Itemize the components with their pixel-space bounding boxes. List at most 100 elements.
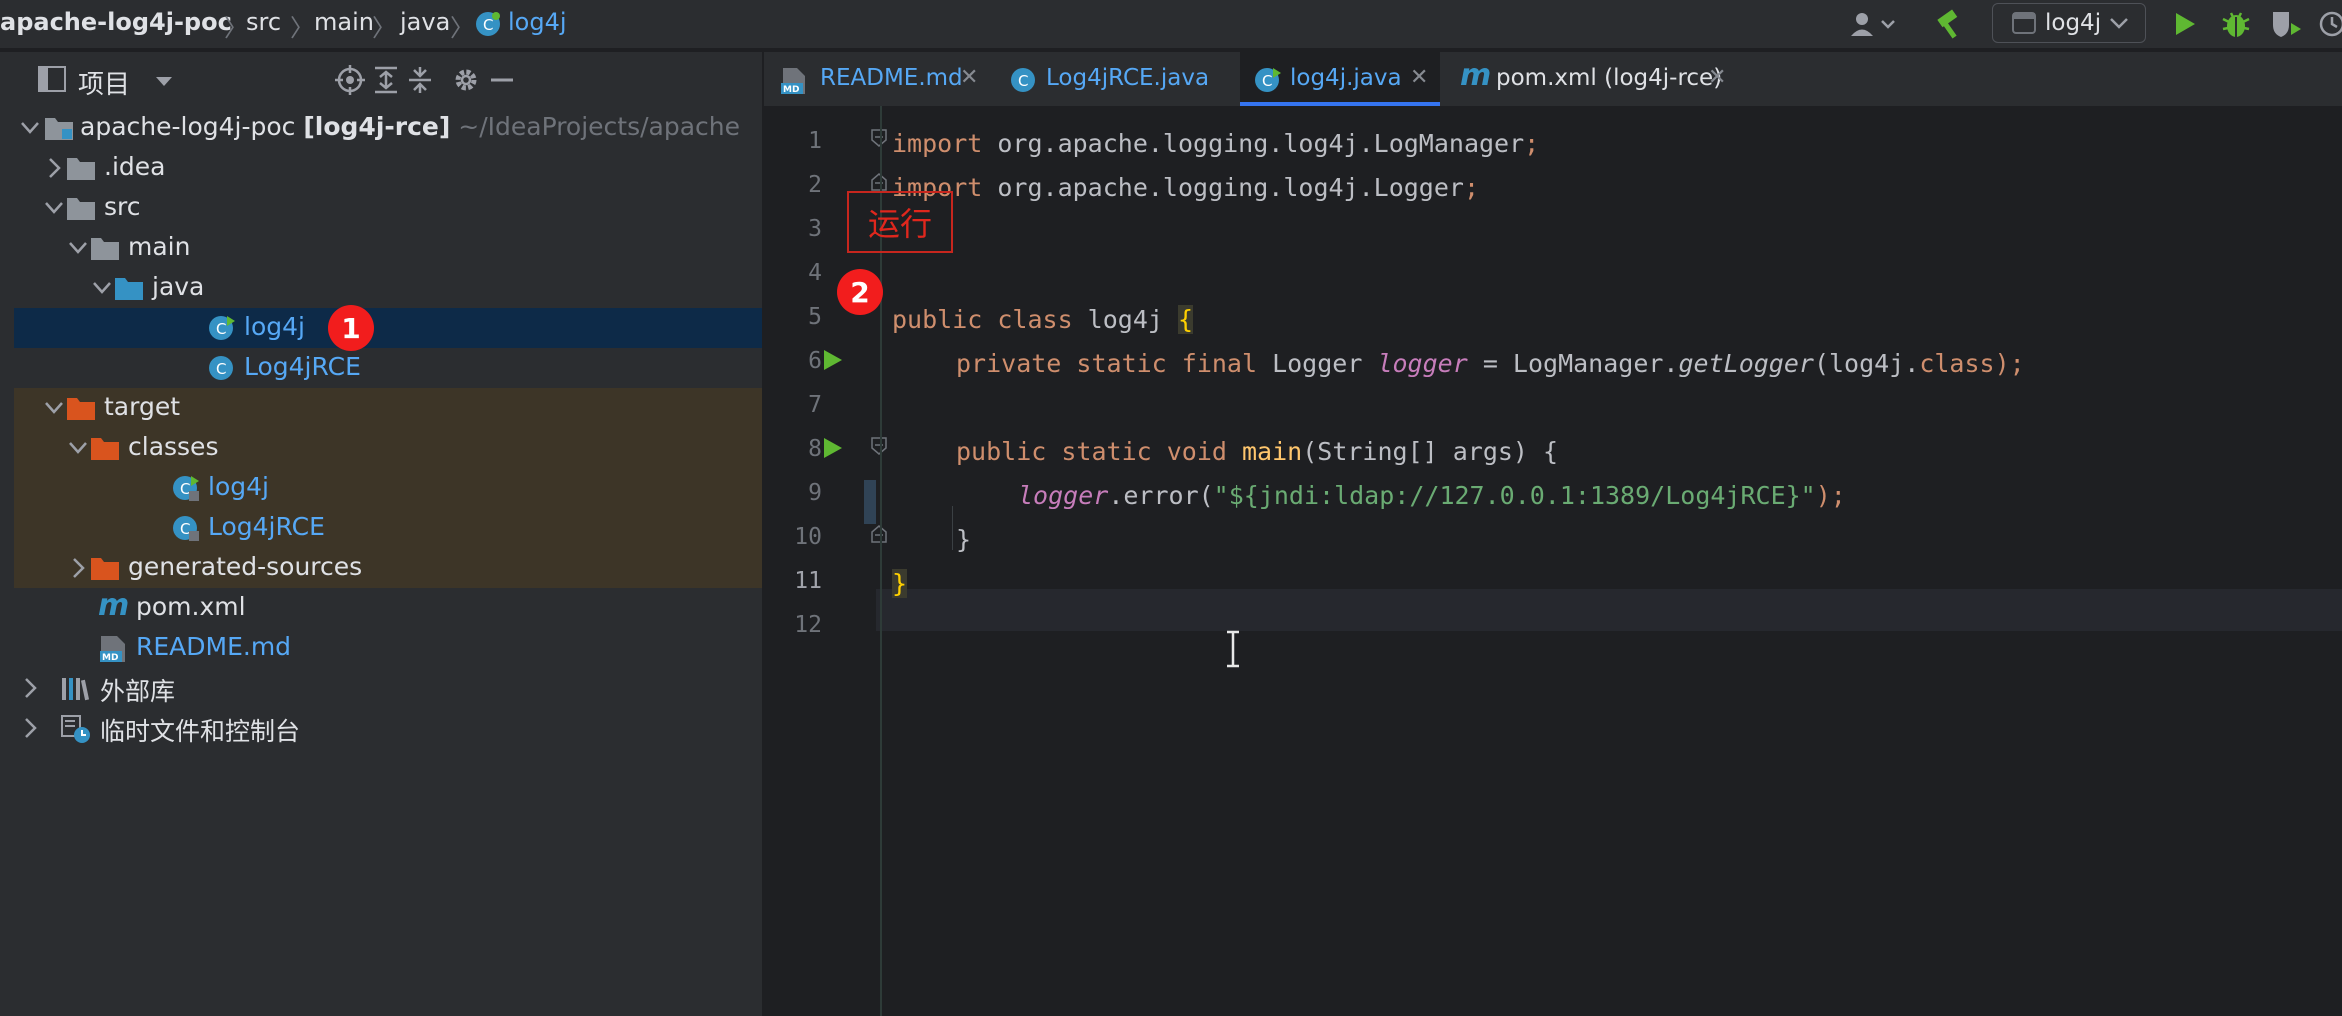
locate-icon[interactable] (334, 64, 366, 96)
tree-item-pom[interactable]: m pom.xml (14, 588, 762, 628)
code-line-1[interactable]: import org.apache.logging.log4j.LogManag… (892, 129, 1539, 158)
profiler-icon[interactable] (2318, 8, 2342, 40)
changed-line-marker[interactable] (864, 480, 876, 524)
build-hammer-icon[interactable] (1932, 8, 1968, 40)
java-class-icon: C (1255, 68, 1281, 92)
tree-item-classes[interactable]: classes (14, 428, 762, 468)
tree-item-external-libraries[interactable]: 外部库 (14, 668, 762, 708)
tab-pom[interactable]: m pom.xml (log4j-rce) ✕ (1448, 52, 1728, 106)
tool-window-strip[interactable] (0, 52, 14, 1016)
chevron-right-icon[interactable] (66, 554, 90, 582)
run-gutter-icon[interactable] (822, 436, 844, 460)
code-line-10[interactable]: } (956, 525, 971, 554)
code-line-5[interactable]: public class log4j { (892, 305, 1194, 334)
excluded-folder-icon (67, 398, 95, 420)
tree-item-log4j-source[interactable]: C log4j 1 (14, 305, 762, 351)
chevron-right-icon[interactable] (18, 674, 42, 702)
chevron-down-icon[interactable] (42, 194, 66, 222)
tree-item-generated-sources[interactable]: generated-sources (14, 548, 762, 588)
folder-icon (67, 198, 95, 220)
collapse-all-icon[interactable] (404, 64, 436, 96)
svg-text:C: C (180, 520, 190, 538)
tree-item-scratches[interactable]: 临时文件和控制台 (14, 708, 762, 748)
project-view-icon (38, 66, 66, 96)
fold-icon[interactable] (870, 524, 888, 544)
code-line-9[interactable]: logger.error("${jndi:ldap://127.0.0.1:13… (1018, 481, 1846, 510)
code-token: org.apache.logging.log4j.LogManager (982, 129, 1525, 158)
tree-item-src[interactable]: src (14, 188, 762, 228)
tab-icon-text: MD (783, 85, 799, 95)
chevron-right-icon[interactable] (42, 154, 66, 182)
breadcrumb-file[interactable]: log4j (508, 8, 567, 36)
close-icon[interactable]: ✕ (1410, 65, 1428, 90)
tree-item-log4jrce-class[interactable]: C Log4jRCE (14, 508, 762, 548)
tree-item-target[interactable]: target (14, 388, 762, 428)
coverage-icon[interactable] (2268, 8, 2304, 40)
code-token: } (892, 569, 908, 598)
user-icon[interactable] (1848, 8, 1902, 40)
tree-item-main[interactable]: main (14, 228, 762, 268)
tree-item-log4jrce-source[interactable]: C Log4jRCE (14, 348, 762, 388)
run-gutter-icon[interactable] (822, 348, 844, 372)
code-line-8[interactable]: public static void main(String[] args) { (956, 437, 1558, 466)
tab-log4j[interactable]: C log4j.java ✕ (1240, 52, 1440, 106)
chevron-down-icon[interactable] (66, 234, 90, 262)
text-cursor-icon (1227, 630, 1239, 668)
close-icon[interactable]: ✕ (960, 65, 978, 90)
tab-label: README.md (820, 65, 963, 91)
minimize-icon[interactable] (486, 64, 518, 96)
chevron-down-icon[interactable] (18, 114, 42, 142)
breadcrumb-main[interactable]: main (314, 8, 374, 36)
breadcrumb-separator: 〉 (224, 14, 248, 42)
fold-icon[interactable] (870, 128, 888, 148)
module-name: [log4j-rce] (303, 112, 451, 141)
folder-icon (91, 238, 119, 260)
gear-icon[interactable] (450, 64, 482, 96)
chevron-down-icon[interactable] (154, 74, 174, 93)
project-path: ~/IdeaProjects/apache (458, 112, 741, 141)
java-class-icon: C (209, 316, 235, 340)
scratch-icon (61, 715, 90, 743)
tree-item-log4j-class[interactable]: C log4j (14, 468, 762, 508)
chevron-down-icon[interactable] (66, 434, 90, 462)
maven-icon: m (98, 588, 130, 623)
run-icon[interactable] (2170, 8, 2200, 40)
markdown-icon: MD (781, 68, 805, 95)
run-configuration-select[interactable]: log4j (1992, 3, 2146, 43)
tree-label: classes (128, 432, 219, 461)
breadcrumb-java[interactable]: java (400, 8, 450, 36)
tree-label: 外部库 (100, 677, 176, 706)
code-line-6[interactable]: private static final Logger logger = Log… (956, 349, 2025, 378)
close-icon[interactable]: ✕ (1708, 65, 1726, 90)
tree-label: .idea (104, 152, 166, 181)
navigation-bar: apache-log4j-poc 〉 src 〉 main 〉 java 〉 C… (0, 0, 2342, 48)
line-number: 10 (794, 524, 822, 550)
java-class-icon: C (474, 10, 502, 38)
breadcrumb-project[interactable]: apache-log4j-poc (0, 8, 232, 36)
folder-icon (67, 158, 95, 180)
code-line-2[interactable]: import org.apache.logging.log4j.Logger; (892, 173, 1479, 202)
tree-item-root[interactable]: apache-log4j-poc [log4j-rce] ~/IdeaProje… (14, 108, 762, 148)
tree-label: generated-sources (128, 552, 363, 581)
code-token: = LogManager. (1467, 349, 1679, 378)
fold-icon[interactable] (870, 172, 888, 192)
code-token: ; (1463, 173, 1480, 202)
run-annotation-label: 运行 (847, 191, 953, 253)
project-panel-title[interactable]: 项目 (78, 64, 130, 101)
code-line-11[interactable]: } (892, 569, 908, 598)
tree-item-idea[interactable]: .idea (14, 148, 762, 188)
breadcrumb-src[interactable]: src (246, 8, 281, 36)
chevron-down-icon[interactable] (90, 274, 114, 302)
code-token: logger (1377, 349, 1468, 378)
chevron-down-icon[interactable] (42, 394, 66, 422)
fold-icon[interactable] (870, 436, 888, 456)
code-token: getLogger (1678, 349, 1814, 378)
tree-item-readme[interactable]: MD README.md (14, 628, 762, 668)
chevron-right-icon[interactable] (18, 714, 42, 742)
expand-all-icon[interactable] (370, 64, 402, 96)
tab-readme[interactable]: MD README.md ✕ (764, 52, 986, 106)
tree-item-java[interactable]: java (14, 268, 762, 308)
debug-icon[interactable] (2220, 8, 2252, 40)
tree-label: log4j (208, 472, 269, 501)
tree-label: README.md (136, 632, 292, 661)
